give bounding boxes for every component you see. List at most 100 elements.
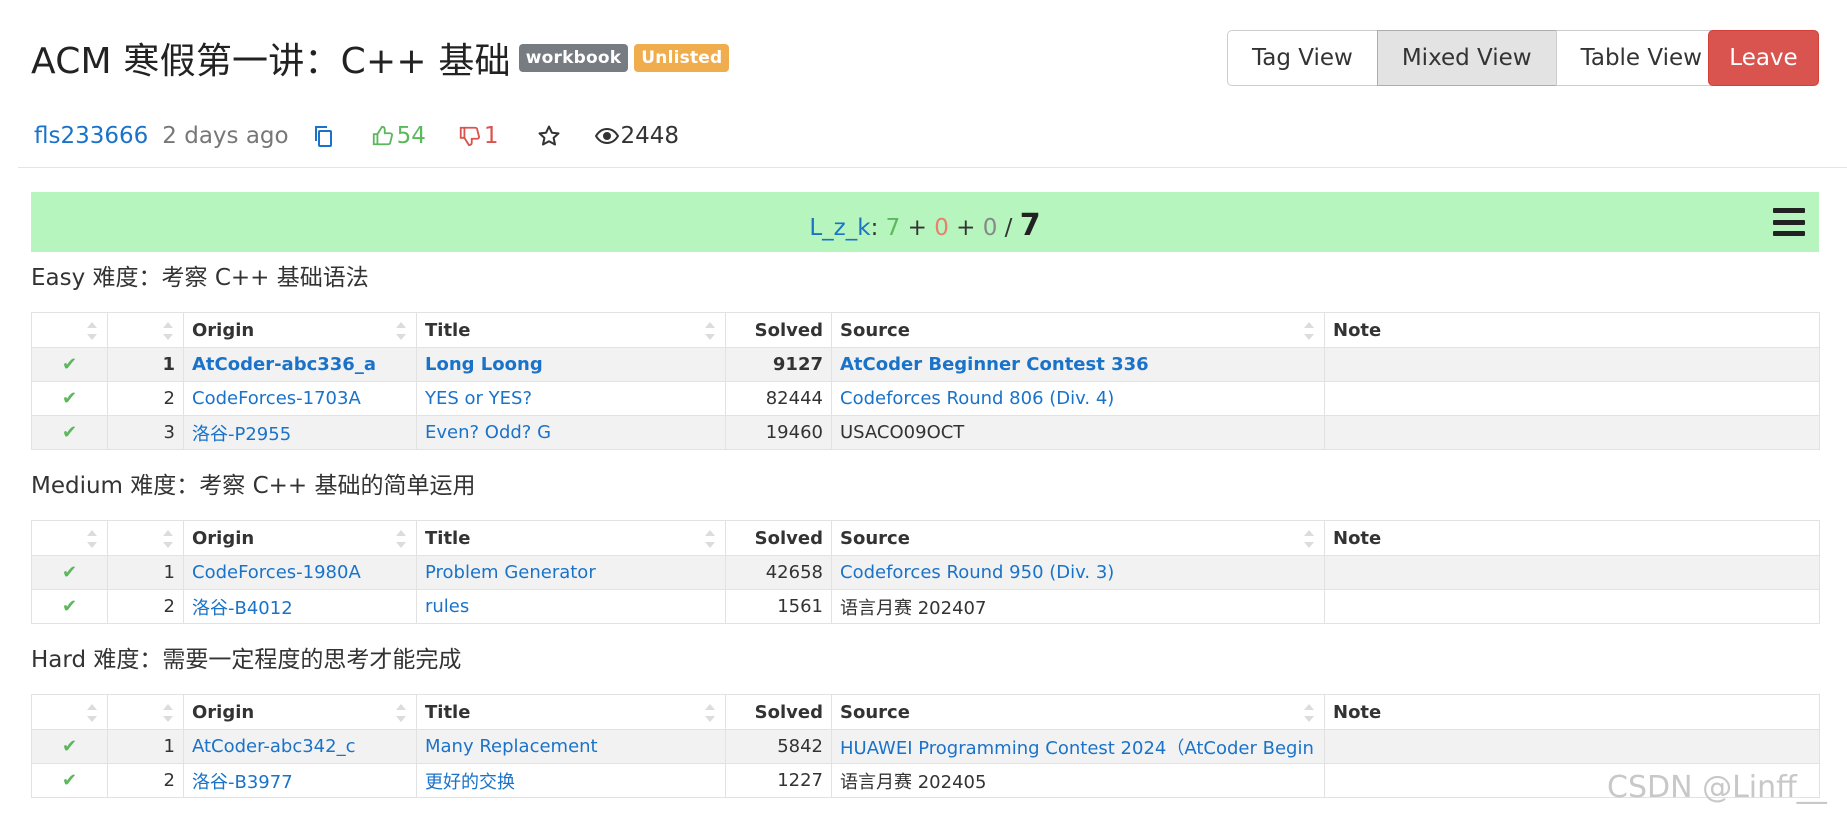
problem-title-link[interactable]: Problem Generator bbox=[425, 562, 596, 583]
progress-user-link[interactable]: L_z_k bbox=[809, 215, 870, 241]
problem-title-link[interactable]: rules bbox=[425, 596, 469, 617]
downvote-button[interactable]: 1 bbox=[458, 123, 499, 149]
table-header-row: Origin Title Solved Source Note bbox=[31, 520, 1820, 556]
problem-title-link[interactable]: Many Replacement bbox=[425, 736, 598, 757]
upvote-button[interactable]: 54 bbox=[371, 123, 426, 149]
table-row: ✔ 3 洛谷-P2955 Even? Odd? G 19460 USACO09O… bbox=[31, 415, 1820, 450]
title-cell: Many Replacement bbox=[416, 729, 726, 764]
post-time: 2 days ago bbox=[162, 123, 289, 149]
source-header-label: Source bbox=[840, 319, 910, 341]
table-header-row: Origin Title Solved Source Note bbox=[31, 312, 1820, 348]
table-view-button[interactable]: Table View bbox=[1555, 30, 1727, 86]
view-count: 2448 bbox=[594, 123, 680, 149]
source-link[interactable]: AtCoder Beginner Contest 336 bbox=[840, 354, 1149, 375]
origin-link[interactable]: AtCoder-abc342_c bbox=[192, 736, 356, 757]
page-title-text: ACM 寒假第一讲：C++ 基础 bbox=[31, 41, 511, 82]
view-count-value: 2448 bbox=[620, 123, 680, 149]
title-cell: 更好的交换 bbox=[416, 763, 726, 798]
check-icon: ✔ bbox=[31, 729, 108, 764]
title-column-header[interactable]: Title bbox=[416, 694, 726, 730]
check-icon: ✔ bbox=[31, 381, 108, 416]
table-header-row: Origin Title Solved Source Note bbox=[31, 694, 1820, 730]
source-column-header[interactable]: Source bbox=[831, 520, 1325, 556]
leave-button[interactable]: Leave bbox=[1708, 30, 1819, 86]
solved-column-header[interactable]: Solved bbox=[725, 312, 832, 348]
check-icon: ✔ bbox=[31, 589, 108, 624]
problem-table-hard: Origin Title Solved Source Note ✔ 1 AtCo… bbox=[31, 694, 1820, 798]
origin-cell: CodeForces-1980A bbox=[183, 555, 417, 590]
source-column-header[interactable]: Source bbox=[831, 312, 1325, 348]
author-link[interactable]: fls233666 bbox=[34, 123, 148, 149]
solved-count: 19460 bbox=[725, 415, 832, 450]
solved-column-header[interactable]: Solved bbox=[725, 694, 832, 730]
status-column-header[interactable] bbox=[31, 694, 108, 730]
source-cell: Codeforces Round 950 (Div. 3) bbox=[831, 555, 1325, 590]
origin-link[interactable]: CodeForces-1703A bbox=[192, 388, 361, 409]
source-cell: 语言月赛 202407 bbox=[831, 589, 1325, 624]
problem-title-link[interactable]: YES or YES? bbox=[425, 388, 532, 409]
mixed-view-button[interactable]: Mixed View bbox=[1376, 30, 1557, 86]
table-row: ✔ 2 洛谷-B3977 更好的交换 1227 语言月赛 202405 bbox=[31, 763, 1820, 798]
title-header-label: Title bbox=[425, 701, 471, 723]
thumbs-down-icon bbox=[459, 126, 480, 147]
solved-column-header[interactable]: Solved bbox=[725, 520, 832, 556]
problem-title-link[interactable]: Long Loong bbox=[425, 354, 543, 375]
source-link[interactable]: HUAWEI Programming Contest 2024（AtCoder … bbox=[840, 738, 1314, 759]
source-link[interactable]: Codeforces Round 950 (Div. 3) bbox=[840, 562, 1114, 583]
table-row: ✔ 1 AtCoder-abc336_a Long Loong 9127 AtC… bbox=[31, 347, 1820, 382]
row-number: 2 bbox=[107, 589, 184, 624]
title-header-label: Title bbox=[425, 527, 471, 549]
table-row: ✔ 1 CodeForces-1980A Problem Generator 4… bbox=[31, 555, 1820, 590]
progress-wrong: 0 bbox=[934, 215, 949, 241]
progress-summary: L_z_k: 7 + 0 + 0 / 7 bbox=[31, 208, 1819, 243]
title-cell: Long Loong bbox=[416, 347, 726, 382]
progress-total: 7 bbox=[1019, 208, 1041, 243]
row-number: 1 bbox=[107, 555, 184, 590]
table-row: ✔ 2 洛谷-B4012 rules 1561 语言月赛 202407 bbox=[31, 589, 1820, 624]
tag-view-button[interactable]: Tag View bbox=[1227, 30, 1378, 86]
status-column-header[interactable] bbox=[31, 520, 108, 556]
solved-count: 1227 bbox=[725, 763, 832, 798]
row-number: 1 bbox=[107, 729, 184, 764]
status-column-header[interactable] bbox=[31, 312, 108, 348]
origin-column-header[interactable]: Origin bbox=[183, 694, 417, 730]
check-icon: ✔ bbox=[31, 347, 108, 382]
title-column-header[interactable]: Title bbox=[416, 520, 726, 556]
origin-header-label: Origin bbox=[192, 319, 255, 341]
origin-cell: AtCoder-abc342_c bbox=[183, 729, 417, 764]
thumbs-up-icon bbox=[372, 125, 393, 146]
source-link[interactable]: Codeforces Round 806 (Div. 4) bbox=[840, 388, 1114, 409]
sort-icon bbox=[705, 322, 715, 340]
number-column-header[interactable] bbox=[107, 312, 184, 348]
sort-icon bbox=[1304, 530, 1314, 548]
source-header-label: Source bbox=[840, 527, 910, 549]
title-column-header[interactable]: Title bbox=[416, 312, 726, 348]
sort-icon bbox=[87, 322, 97, 340]
origin-link[interactable]: CodeForces-1980A bbox=[192, 562, 361, 583]
origin-column-header[interactable]: Origin bbox=[183, 312, 417, 348]
origin-link[interactable]: 洛谷-B4012 bbox=[192, 598, 293, 619]
row-number: 2 bbox=[107, 381, 184, 416]
title-header-label: Title bbox=[425, 319, 471, 341]
upvote-count: 54 bbox=[396, 123, 426, 149]
source-column-header[interactable]: Source bbox=[831, 694, 1325, 730]
number-column-header[interactable] bbox=[107, 520, 184, 556]
origin-link[interactable]: AtCoder-abc336_a bbox=[192, 354, 376, 375]
problem-title-link[interactable]: 更好的交换 bbox=[425, 772, 515, 793]
origin-column-header[interactable]: Origin bbox=[183, 520, 417, 556]
row-number: 3 bbox=[107, 415, 184, 450]
note-cell bbox=[1324, 729, 1820, 764]
note-column-header: Note bbox=[1324, 312, 1820, 348]
origin-link[interactable]: 洛谷-B3977 bbox=[192, 772, 293, 793]
hamburger-menu-icon[interactable] bbox=[1773, 208, 1805, 236]
section-heading-hard: Hard 难度：需要一定程度的思考才能完成 bbox=[31, 647, 462, 673]
solved-count: 1561 bbox=[725, 589, 832, 624]
number-column-header[interactable] bbox=[107, 694, 184, 730]
source-cell: 语言月赛 202405 bbox=[831, 763, 1325, 798]
star-icon[interactable] bbox=[537, 124, 561, 148]
solved-count: 9127 bbox=[725, 347, 832, 382]
copy-icon[interactable] bbox=[311, 124, 335, 148]
origin-link[interactable]: 洛谷-P2955 bbox=[192, 424, 291, 445]
row-number: 2 bbox=[107, 763, 184, 798]
problem-title-link[interactable]: Even? Odd? G bbox=[425, 422, 551, 443]
